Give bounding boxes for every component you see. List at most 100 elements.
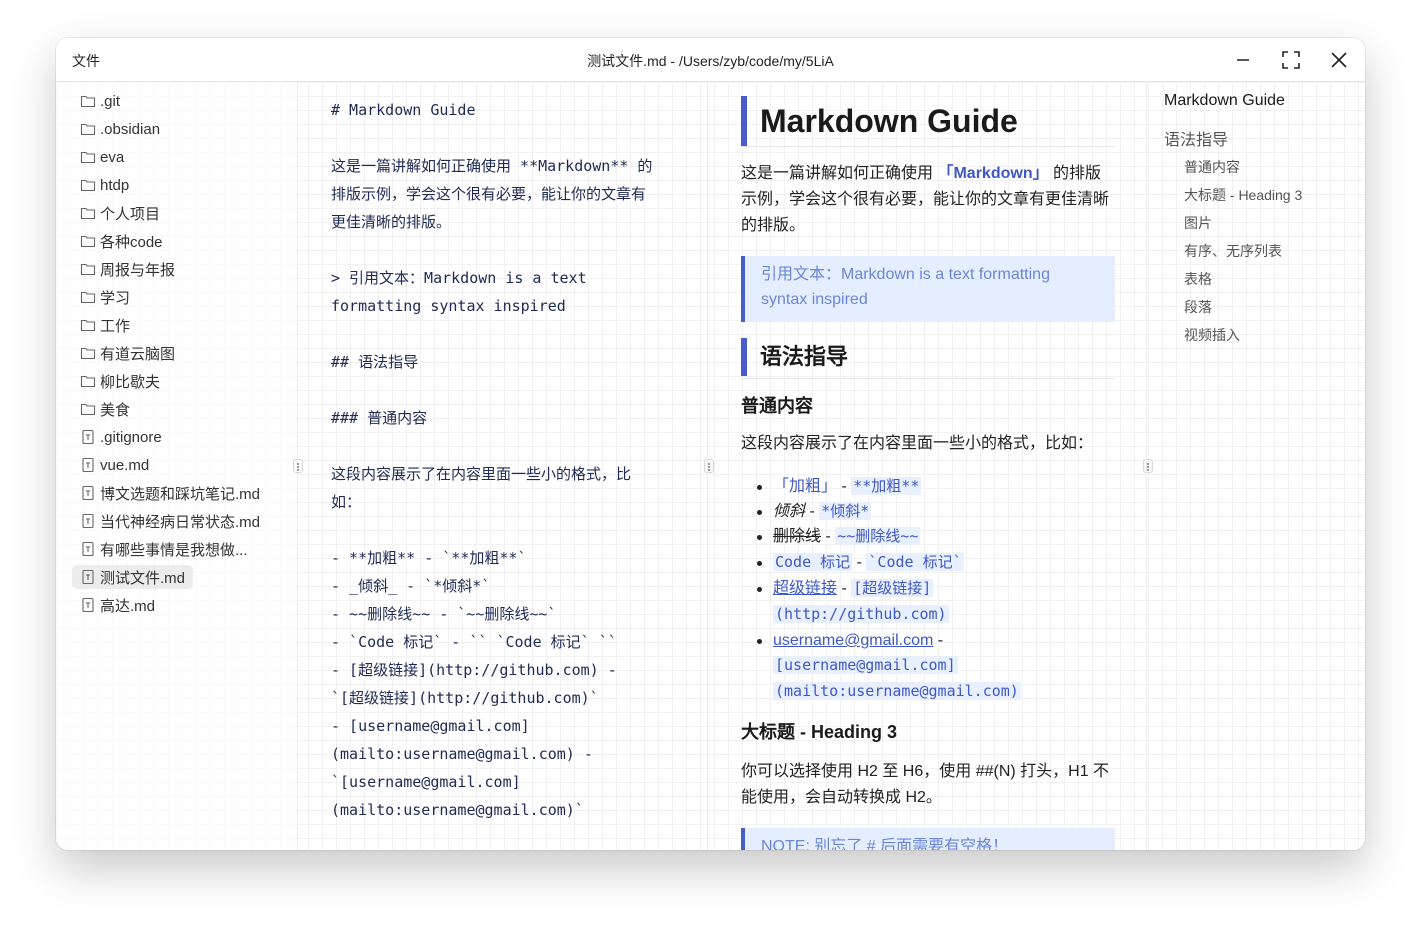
file-tree: .git .obsidian eva htdp 个人项目各种code 周报与年报学习工作有… [56, 82, 298, 850]
folder-icon [80, 289, 96, 305]
editor-line: - _倾斜_ - `*倾斜*` [331, 577, 491, 595]
list-item-link: 超级链接 - [超级链接] [756, 576, 934, 601]
sidebar-item-label: 学习 [100, 289, 131, 307]
sidebar-item-label: 美食 [100, 401, 131, 419]
sidebar-item-label: .gitignore [100, 428, 162, 446]
editor-line: - `Code 标记` - `` `Code 标记` `` [331, 633, 617, 651]
intro-text-after: 的排版 [1053, 165, 1102, 182]
minimize-icon [1237, 59, 1249, 61]
fullscreen-button[interactable] [1279, 48, 1303, 72]
close-button[interactable] [1327, 48, 1351, 72]
editor-line: - ~~删除线~~ - `~~删除线~~` [331, 605, 557, 623]
sidebar-file-item[interactable]: 当代神经病日常状态.md [72, 509, 268, 533]
sidebar-folder-item[interactable]: .obsidian [72, 117, 168, 141]
list-item-bold: 「加粗」 - **加粗** [756, 474, 922, 499]
sidebar-folder-item[interactable]: .git [72, 89, 128, 113]
sidebar-folder-item[interactable]: 周报与年报 [72, 257, 183, 281]
heading3-para-line2: 能使用，会自动转换成 H2。 [741, 789, 942, 806]
sidebar-file-item[interactable]: 测试文件.md [72, 565, 194, 589]
list-item-strike: 删除线 - ~~删除线~~ [756, 524, 921, 549]
sep: - [841, 478, 847, 495]
sidebar-item-label: eva [100, 148, 125, 166]
code-label: Code 标记 [773, 553, 853, 571]
quote-line1: 引用文本：Markdown is a text formatting [761, 266, 1050, 283]
outline-item[interactable]: 表格 [1184, 269, 1212, 289]
close-icon [1331, 52, 1347, 68]
markdown-editor[interactable]: # Markdown Guide 这是一篇讲解如何正确使用 **Markdown*… [299, 82, 708, 850]
outline-item[interactable]: 普通内容 [1184, 157, 1240, 177]
h2-divider [741, 378, 1115, 379]
editor-line: - [username@gmail.com] [331, 717, 530, 735]
bold-code: **加粗** [851, 477, 922, 495]
email-code: [username@gmail.com] [773, 656, 958, 674]
markdown-preview: Markdown Guide 这是一篇讲解如何正确使用 「Markdown」 的… [709, 82, 1147, 850]
sidebar-folder-item[interactable]: 柳比歇夫 [72, 369, 168, 393]
file-icon [80, 597, 96, 613]
editor-line: ## 语法指导 [331, 353, 419, 371]
folder-icon [80, 93, 96, 109]
email-label[interactable]: username@gmail.com [773, 632, 933, 649]
folder-icon [80, 177, 96, 193]
sidebar-folder-item[interactable]: 有道云脑图 [72, 341, 183, 365]
sep: - [841, 580, 847, 597]
fullscreen-icon [1282, 51, 1300, 69]
h1-divider [741, 146, 1115, 147]
sidebar-folder-item[interactable]: 美食 [72, 397, 138, 421]
sidebar-item-label: 博文选题和踩坑笔记.md [100, 485, 261, 503]
folder-icon [80, 149, 96, 165]
file-icon [80, 429, 96, 445]
sidebar-file-item[interactable]: vue.md [72, 453, 157, 477]
outline-item[interactable]: 图片 [1184, 213, 1212, 233]
preview-h3-normal: 普通内容 [741, 396, 813, 416]
outline-item[interactable]: 段落 [1184, 297, 1212, 317]
sidebar-file-item[interactable]: 有哪些事情是我想做... [72, 537, 256, 561]
sep: - [937, 632, 944, 649]
preview-normal-para: 这段内容展示了在内容里面一些小的格式，比如： [741, 435, 1094, 452]
sidebar-item-label: 周报与年报 [100, 261, 176, 279]
sidebar-folder-item[interactable]: 各种code [72, 229, 171, 253]
folder-icon [80, 205, 96, 221]
list-item-email: username@gmail.com - [756, 628, 944, 653]
sidebar-item-label: htdp [100, 176, 130, 194]
italic-code: *倾斜* [819, 502, 872, 520]
outline-item[interactable]: Markdown Guide [1164, 92, 1285, 110]
editor-line: - **加粗** - `**加粗**` [331, 549, 527, 567]
sidebar-item-label: vue.md [100, 456, 150, 474]
editor-line: 排版示例，学会这个很有必要，能让你的文章有 [331, 185, 647, 203]
sidebar-item-label: 柳比歇夫 [100, 373, 161, 391]
sidebar-item-label: 有哪些事情是我想做... [100, 541, 248, 559]
sidebar-item-label: 高达.md [100, 597, 156, 615]
outline-item[interactable]: 大标题 - Heading 3 [1184, 185, 1302, 205]
preview-intro-line2: 示例，学会这个很有必要，能让你的文章有更佳清晰 [741, 191, 1110, 208]
sidebar-item-label: .obsidian [100, 120, 161, 138]
sidebar-folder-item[interactable]: 工作 [72, 313, 138, 337]
sidebar-item-label: 各种code [100, 233, 163, 251]
main-content: .git .obsidian eva htdp 个人项目 各种code 周报与年报 学习 工作有… [56, 82, 1365, 850]
sidebar-folder-item[interactable]: htdp [72, 173, 137, 197]
sidebar-folder-item[interactable]: 个人项目 [72, 201, 168, 225]
sep: - [809, 503, 815, 520]
outline-item[interactable]: 语法指导 [1164, 126, 1228, 150]
sidebar-file-item[interactable]: 博文选题和踩坑笔记.md [72, 481, 268, 505]
sidebar-file-item[interactable]: .gitignore [72, 425, 170, 449]
link-label[interactable]: 超级链接 [773, 580, 837, 597]
sidebar-folder-item[interactable]: eva [72, 145, 132, 169]
folder-icon [80, 317, 96, 333]
preview-intro-line3: 的排版。 [741, 217, 806, 234]
minimize-button[interactable] [1231, 48, 1255, 72]
editor-line: # Markdown Guide [331, 101, 476, 119]
sidebar-folder-item[interactable]: 学习 [72, 285, 138, 309]
editor-line: 这是一篇讲解如何正确使用 **Markdown** 的 [331, 157, 653, 175]
list-item-italic: 倾斜 - *倾斜* [756, 499, 872, 524]
editor-line: (mailto:username@gmail.com) - [331, 745, 593, 763]
bold-label: 「加粗」 [773, 478, 838, 495]
outline-item[interactable]: 有序、无序列表 [1184, 241, 1282, 261]
folder-icon [80, 261, 96, 277]
outline-item[interactable]: 视频插入 [1184, 325, 1240, 345]
editor-line: 更佳清晰的排版。 [331, 213, 452, 231]
folder-icon [80, 373, 96, 389]
sidebar-file-item[interactable]: 高达.md [72, 593, 163, 617]
